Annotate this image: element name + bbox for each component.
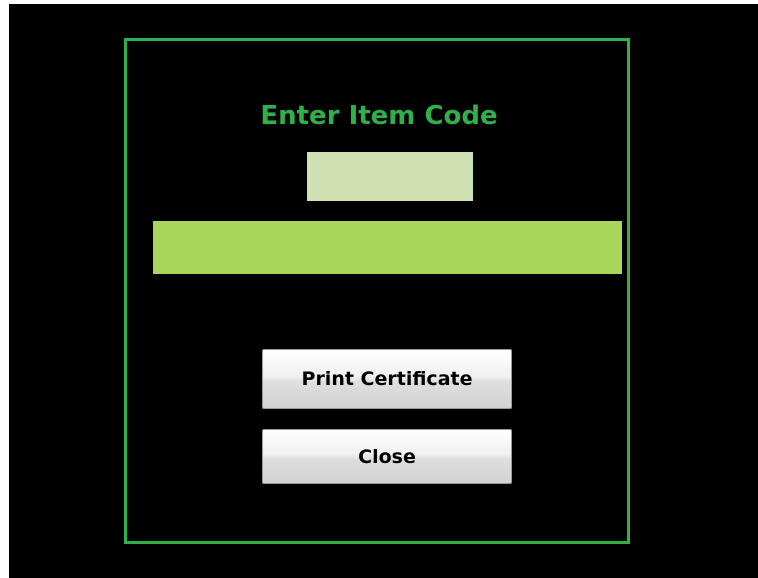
print-certificate-label: Print Certificate: [301, 368, 473, 390]
form-title: Enter Item Code: [260, 101, 498, 131]
close-button[interactable]: Close: [262, 429, 512, 484]
print-certificate-button[interactable]: Print Certificate: [262, 349, 512, 409]
item-code-input[interactable]: [307, 152, 473, 201]
screen: Enter Item Code Print Certificate Close: [0, 0, 758, 578]
close-label: Close: [358, 445, 416, 468]
item-result-bar: [153, 221, 622, 274]
